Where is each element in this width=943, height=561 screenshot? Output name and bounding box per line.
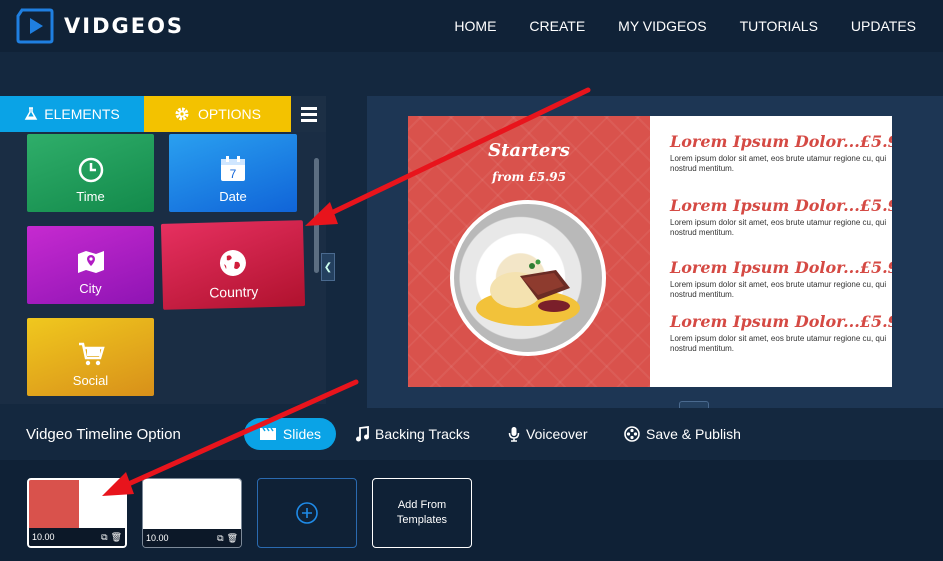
tab-slides-label: Slides	[282, 426, 322, 442]
slide-thumbnail[interactable]: 10.00 ⧉ 🗑	[142, 478, 242, 548]
thumbnail-footer: 10.00 ⧉ 🗑	[29, 528, 125, 546]
music-note-icon	[356, 426, 369, 442]
flask-icon	[24, 107, 38, 120]
menu-item-desc: Lorem ipsum dolor sit amet, eos brute ut…	[670, 280, 887, 299]
element-tile-city[interactable]: City	[27, 226, 154, 304]
menu-item-desc: Lorem ipsum dolor sit amet, eos brute ut…	[670, 334, 887, 353]
nav-home[interactable]: HOME	[454, 18, 496, 34]
slide-subheading: from £5.95	[492, 170, 566, 184]
map-pin-icon	[77, 251, 104, 273]
menu-item-title: Lorem Ipsum Dolor...£5.95	[670, 258, 892, 277]
nav-create[interactable]: CREATE	[529, 18, 585, 34]
globe-icon	[219, 250, 246, 277]
logo-play-icon	[16, 8, 54, 44]
cart-icon	[78, 342, 105, 366]
panel-scrollbar[interactable]	[314, 158, 319, 273]
tile-label: Country	[208, 283, 259, 301]
trash-icon[interactable]: 🗑	[227, 533, 238, 544]
slide-preview[interactable]: Starters from £5.95 Lorem Ipsum Dolor...…	[408, 116, 892, 387]
menu-item-desc: Lorem ipsum dolor sit amet, eos brute ut…	[670, 218, 887, 237]
tab-save-publish[interactable]: Save & Publish	[624, 418, 741, 450]
hamburger-icon[interactable]	[291, 96, 326, 132]
slide-duration: 10.00	[32, 532, 55, 542]
menu-item: Lorem Ipsum Dolor...£5.95 Lorem ipsum do…	[670, 312, 892, 354]
nav-tutorials[interactable]: TUTORIALS	[740, 18, 818, 34]
timeline-bar: Vidgeo Timeline Option Slides Backing Tr…	[0, 408, 943, 460]
thumbnail-preview	[143, 479, 241, 529]
copy-icon[interactable]: ⧉	[217, 533, 223, 544]
microphone-icon	[508, 427, 520, 442]
slide-heading: Starters	[488, 140, 570, 161]
nav-my-vidgeos[interactable]: MY VIDGEOS	[618, 18, 706, 34]
slide-duration: 10.00	[146, 533, 169, 543]
main-nav: HOME CREATE MY VIDGEOS TUTORIALS UPDATES	[454, 18, 916, 34]
food-image	[476, 259, 580, 326]
copy-icon[interactable]: ⧉	[101, 532, 107, 543]
tab-backing-tracks-label: Backing Tracks	[375, 426, 470, 442]
tab-slides[interactable]: Slides	[244, 418, 336, 450]
nav-updates[interactable]: UPDATES	[851, 18, 916, 34]
element-tile-date[interactable]: 7 Date	[169, 134, 297, 212]
tab-elements-label: ELEMENTS	[44, 106, 120, 122]
tab-voiceover[interactable]: Voiceover	[508, 418, 587, 450]
add-slide-button[interactable]	[257, 478, 357, 548]
timeline-title: Vidgeo Timeline Option	[26, 426, 181, 443]
tab-backing-tracks[interactable]: Backing Tracks	[355, 418, 470, 450]
element-tile-country[interactable]: Country	[160, 220, 306, 310]
element-tile-time[interactable]: Time	[27, 134, 154, 212]
menu-item-title: Lorem Ipsum Dolor...£5.95	[670, 196, 892, 215]
menu-item: Lorem Ipsum Dolor...£5.95 Lorem ipsum do…	[670, 196, 892, 238]
slide-canvas: Starters from £5.95 Lorem Ipsum Dolor...…	[367, 96, 943, 415]
brand-name: VIDGEOS	[64, 14, 185, 38]
logo[interactable]: VIDGEOS	[16, 8, 184, 44]
menu-item: Lorem Ipsum Dolor...£5.95 Lorem ipsum do…	[670, 258, 892, 300]
elements-panel: Time 7 Date City Country Social	[0, 132, 326, 404]
tile-label: Date	[219, 189, 247, 204]
tab-options[interactable]: OPTIONS	[144, 96, 291, 132]
element-tile-social[interactable]: Social	[27, 318, 154, 396]
tile-label: Time	[76, 189, 105, 204]
slide-thumbnail[interactable]: 10.00 ⧉ 🗑	[27, 478, 127, 548]
chevron-left-icon: ❮	[323, 261, 333, 273]
tab-elements[interactable]: ELEMENTS	[0, 96, 144, 132]
dish-photo	[450, 200, 606, 356]
calendar-icon: 7	[221, 156, 245, 181]
clock-icon	[78, 157, 103, 183]
menu-item-title: Lorem Ipsum Dolor...£5.95	[670, 312, 892, 331]
plus-circle-icon	[296, 502, 318, 524]
gear-icon	[175, 107, 189, 121]
menu-item: Lorem Ipsum Dolor...£5.95 Lorem ipsum do…	[670, 132, 892, 174]
film-reel-icon	[624, 426, 640, 442]
tab-save-publish-label: Save & Publish	[646, 426, 741, 442]
tile-label: Social	[72, 373, 109, 388]
thumbnail-preview	[29, 480, 125, 530]
film-icon	[259, 427, 276, 440]
add-from-templates-button[interactable]: Add From Templates	[372, 478, 472, 548]
thumbnail-footer: 10.00 ⧉ 🗑	[143, 529, 241, 547]
trash-icon[interactable]: 🗑	[111, 532, 122, 543]
top-bar: VIDGEOS HOME CREATE MY VIDGEOS TUTORIALS…	[0, 0, 943, 52]
calendar-day: 7	[230, 167, 237, 181]
tile-label: City	[79, 281, 102, 296]
menu-item-title: Lorem Ipsum Dolor...£5.95	[670, 132, 892, 151]
tab-voiceover-label: Voiceover	[526, 426, 588, 442]
slides-strip: 10.00 ⧉ 🗑 10.00 ⧉ 🗑 Add From Templates	[0, 460, 943, 561]
tab-options-label: OPTIONS	[197, 106, 261, 122]
panel-tabs: ELEMENTS OPTIONS	[0, 96, 326, 140]
menu-item-desc: Lorem ipsum dolor sit amet, eos brute ut…	[670, 154, 887, 173]
collapse-panel-button[interactable]: ❮	[321, 253, 335, 281]
